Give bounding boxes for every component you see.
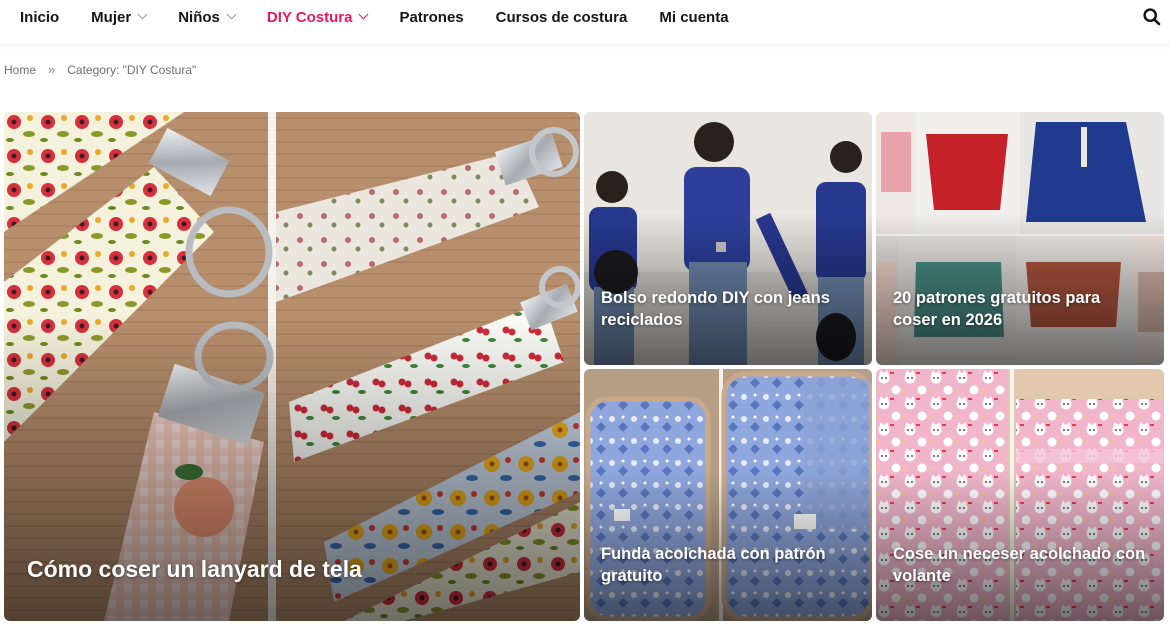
nav-item-diy-costura[interactable]: DIY Costura — [251, 0, 384, 34]
post-title[interactable]: Cómo coser un lanyard de tela — [27, 555, 564, 585]
chevron-down-icon — [358, 9, 369, 20]
breadcrumb-separator: » — [48, 62, 56, 77]
nav-menu: Inicio Mujer Niños DIY Costura Patrones … — [0, 0, 745, 34]
nav-item-mujer[interactable]: Mujer — [75, 0, 162, 34]
chevron-down-icon — [226, 9, 237, 20]
nav-item-label: Patrones — [399, 8, 464, 26]
post-title[interactable]: Bolso redondo DIY con jeans reciclados — [601, 288, 856, 331]
chevron-down-icon — [137, 9, 148, 20]
post-title[interactable]: Cose un neceser acolchado con volante — [893, 544, 1148, 587]
nav-item-label: DIY Costura — [266, 8, 353, 26]
post-title[interactable]: 20 patrones gratuitos para coser en 2026 — [893, 288, 1148, 331]
breadcrumb: Home » Category: "DIY Costura" — [4, 62, 196, 77]
nav-item-inicio[interactable]: Inicio — [0, 0, 75, 34]
breadcrumb-current: Category: "DIY Costura" — [67, 62, 197, 77]
post-card-bolso-redondo[interactable]: Bolso redondo DIY con jeans reciclados — [584, 112, 872, 365]
nav-item-mi-cuenta[interactable]: Mi cuenta — [643, 0, 744, 34]
nav-item-label: Niños — [178, 8, 220, 26]
post-title[interactable]: Funda acolchada con patrón gratuito — [601, 544, 856, 587]
nav-item-ninos[interactable]: Niños — [162, 0, 251, 34]
nav-item-label: Cursos de costura — [495, 8, 628, 26]
post-card-neceser-acolchado[interactable]: Cose un neceser acolchado con volante — [876, 369, 1164, 621]
nav-item-label: Inicio — [20, 8, 60, 26]
main-navigation: Inicio Mujer Niños DIY Costura Patrones … — [0, 0, 1170, 44]
search-button[interactable] — [1142, 7, 1162, 27]
nav-item-cursos-de-costura[interactable]: Cursos de costura — [480, 0, 644, 34]
post-card-lanyard[interactable]: Cómo coser un lanyard de tela — [4, 112, 580, 621]
nav-item-label: Mi cuenta — [659, 8, 729, 26]
breadcrumb-home-link[interactable]: Home — [4, 63, 36, 77]
nav-item-label: Mujer — [91, 8, 132, 26]
search-icon — [1143, 8, 1161, 26]
post-card-patrones-gratuitos[interactable]: 20 patrones gratuitos para coser en 2026 — [876, 112, 1164, 365]
post-card-funda-acolchada[interactable]: Funda acolchada con patrón gratuito — [584, 369, 872, 621]
nav-item-patrones[interactable]: Patrones — [383, 0, 479, 34]
